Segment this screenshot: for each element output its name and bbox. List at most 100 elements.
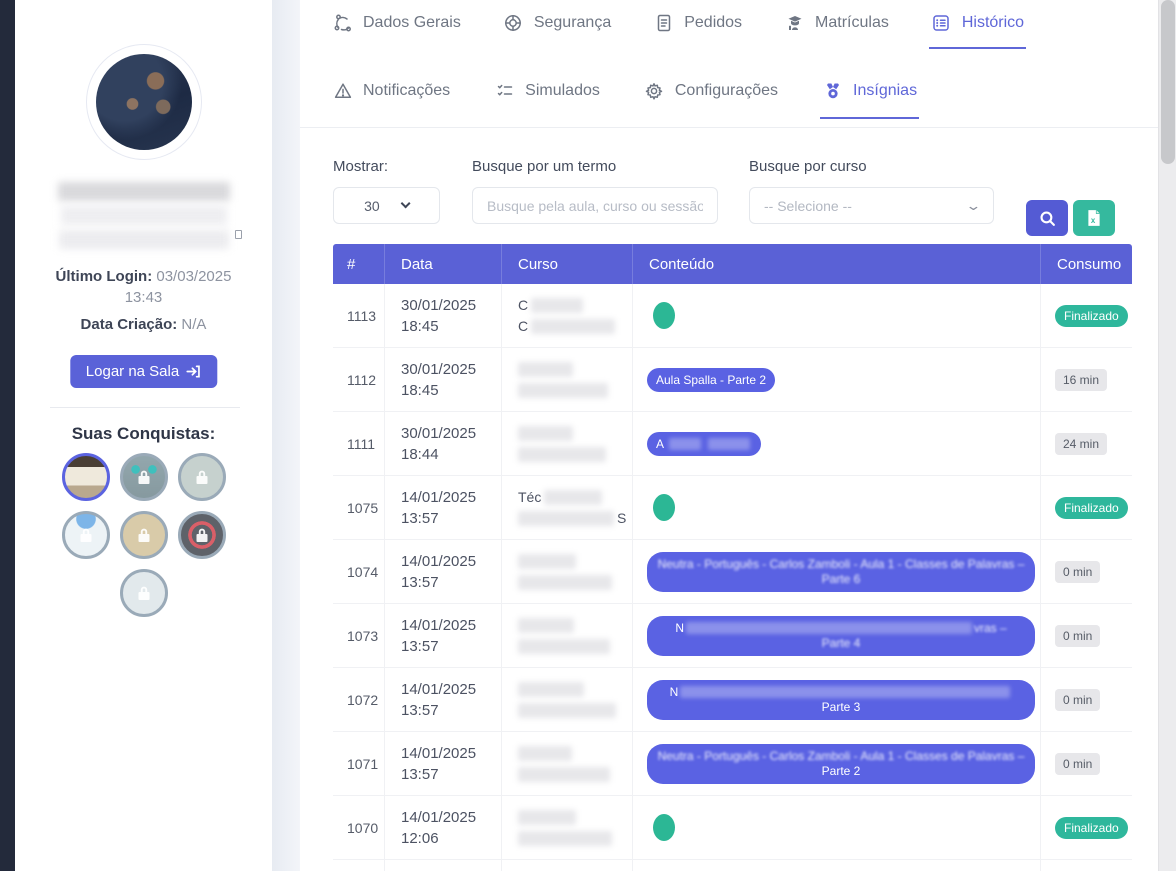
table-row[interactable]: 107014/01/202512:06Finalizado [333, 796, 1132, 860]
time-value: 13:57 [401, 508, 501, 529]
cell-id [333, 860, 385, 871]
duration-badge: 0 min [1055, 753, 1100, 775]
achievement-6[interactable] [178, 511, 226, 559]
time-value: 13:57 [401, 636, 501, 657]
column-header-consumo: Consumo [1041, 244, 1132, 284]
achievement-4[interactable] [62, 511, 110, 559]
achievement-5[interactable] [120, 511, 168, 559]
achievement-7[interactable] [120, 569, 168, 617]
lesson-badge-line2: Parte 4 [822, 636, 861, 651]
page-size-value: 30 [364, 198, 380, 214]
completed-dot [653, 814, 675, 841]
redacted-block [680, 686, 1010, 698]
achievement-3[interactable] [178, 453, 226, 501]
table-row[interactable]: 111130/01/202518:44A24 min [333, 412, 1132, 476]
cell-consumption: 16 min [1041, 348, 1132, 411]
table-row[interactable]: 107514/01/202513:57TécSFinalizado [333, 476, 1132, 540]
main-panel: Dados Gerais Segurança Pedidos Matrículas Hi… [300, 0, 1158, 871]
table-row[interactable]: 107314/01/202513:57Nvras –Parte 40 min [333, 604, 1132, 668]
lesson-badge-line1: N [670, 685, 1013, 700]
last-login-line: Último Login: 03/03/2025 [15, 266, 272, 287]
lesson-badge-text: Neutra - Português - Carlos Zamboli - Au… [658, 749, 1025, 763]
date-value: 14/01/2025 [401, 807, 501, 828]
copy-icon[interactable] [235, 230, 242, 239]
cell-date: 14/01/202512:06 [385, 796, 502, 859]
lock-icon [134, 583, 154, 603]
tab-historico[interactable]: Histórico [931, 12, 1024, 49]
redacted-block [518, 554, 576, 569]
course-redacted-line [518, 809, 632, 826]
course-redacted-line [518, 382, 632, 399]
date-value: 14/01/2025 [401, 551, 501, 572]
lock-icon [192, 467, 212, 487]
tab-label: Matrículas [815, 14, 889, 32]
tab-dados-gerais[interactable]: Dados Gerais [332, 12, 461, 49]
graduate-icon [784, 12, 805, 33]
lesson-badge[interactable]: Nvras –Parte 4 [647, 616, 1035, 656]
cell-content: Nvras –Parte 4 [633, 604, 1041, 667]
redacted-block [669, 438, 701, 450]
table-row[interactable]: 107414/01/202513:57Neutra - Português - … [333, 540, 1132, 604]
tab-simulados[interactable]: Simulados [494, 80, 600, 119]
course-label: Busque por curso [749, 158, 867, 175]
redacted-email-line [59, 230, 229, 249]
time-value: 18:44 [401, 444, 501, 465]
page-scrollbar[interactable] [1158, 0, 1176, 871]
status-badge: Finalizado [1055, 497, 1128, 519]
tab-matriculas[interactable]: Matrículas [784, 12, 889, 49]
course-redacted-line [518, 702, 632, 719]
tab-insignias[interactable]: Insígnias [822, 80, 917, 119]
tab-notificacoes[interactable]: Notificações [332, 80, 450, 119]
lesson-badge-text: Neutra - Português - Carlos Zamboli - Au… [658, 557, 1025, 571]
page-size-select[interactable]: 30 [333, 187, 440, 224]
cell-id: 1075 [333, 476, 385, 539]
cell-content: Aula Spalla - Parte 2 [633, 348, 1041, 411]
table-row[interactable]: 111230/01/202518:45Aula Spalla - Parte 2… [333, 348, 1132, 412]
tab-pedidos[interactable]: Pedidos [653, 12, 742, 49]
redacted-block [708, 438, 750, 450]
scrollbar-thumb[interactable] [1161, 0, 1175, 164]
lesson-badge[interactable]: NParte 3 [647, 680, 1035, 720]
course-redacted-line [518, 745, 632, 762]
course-redacted-line [518, 638, 632, 655]
status-badge: Finalizado [1055, 817, 1128, 839]
tab-seguranca[interactable]: Segurança [503, 12, 611, 49]
completed-dot [653, 494, 675, 521]
duration-badge: 0 min [1055, 561, 1100, 583]
medal-icon [822, 80, 843, 101]
lock-icon [192, 525, 212, 545]
cell-course: CC [502, 284, 633, 347]
achievement-1[interactable] [62, 453, 110, 501]
table-row[interactable] [333, 860, 1132, 871]
lock-icon [134, 525, 154, 545]
course-redacted-line: Téc [518, 489, 632, 506]
table-row[interactable]: 111330/01/202518:45CCFinalizado [333, 284, 1132, 348]
last-login-time: 13:43 [15, 287, 272, 308]
search-button[interactable] [1026, 200, 1068, 236]
tabs-divider [300, 127, 1158, 128]
cell-date [385, 860, 502, 871]
redacted-block [686, 622, 972, 634]
course-select[interactable]: -- Selecione -- ⌄ [749, 187, 994, 224]
lesson-badge[interactable]: Neutra - Português - Carlos Zamboli - Au… [647, 744, 1035, 784]
duration-badge: 24 min [1055, 433, 1107, 455]
lesson-badge[interactable]: A [647, 432, 761, 456]
lesson-badge[interactable]: Aula Spalla - Parte 2 [647, 368, 775, 392]
achievement-2[interactable] [120, 453, 168, 501]
login-room-button[interactable]: Logar na Sala [70, 355, 217, 388]
sidebar-divider [50, 407, 240, 408]
term-label: Busque por um termo [472, 158, 616, 175]
cell-course [502, 412, 633, 475]
lesson-badge[interactable]: Neutra - Português - Carlos Zamboli - Au… [647, 552, 1035, 592]
term-search-input[interactable] [472, 187, 718, 224]
login-info: Último Login: 03/03/2025 13:43 Data Cria… [15, 266, 272, 335]
export-excel-button[interactable]: x [1073, 200, 1115, 236]
lesson-badge-text: vras – [974, 621, 1007, 635]
table-row[interactable]: 107214/01/202513:57NParte 30 min [333, 668, 1132, 732]
cell-content [633, 796, 1041, 859]
course-redacted-line [518, 553, 632, 570]
redacted-block [544, 490, 602, 505]
table-row[interactable]: 107114/01/202513:57Neutra - Português - … [333, 732, 1132, 796]
tab-configuracoes[interactable]: Configurações [644, 80, 778, 119]
cell-date: 14/01/202513:57 [385, 732, 502, 795]
